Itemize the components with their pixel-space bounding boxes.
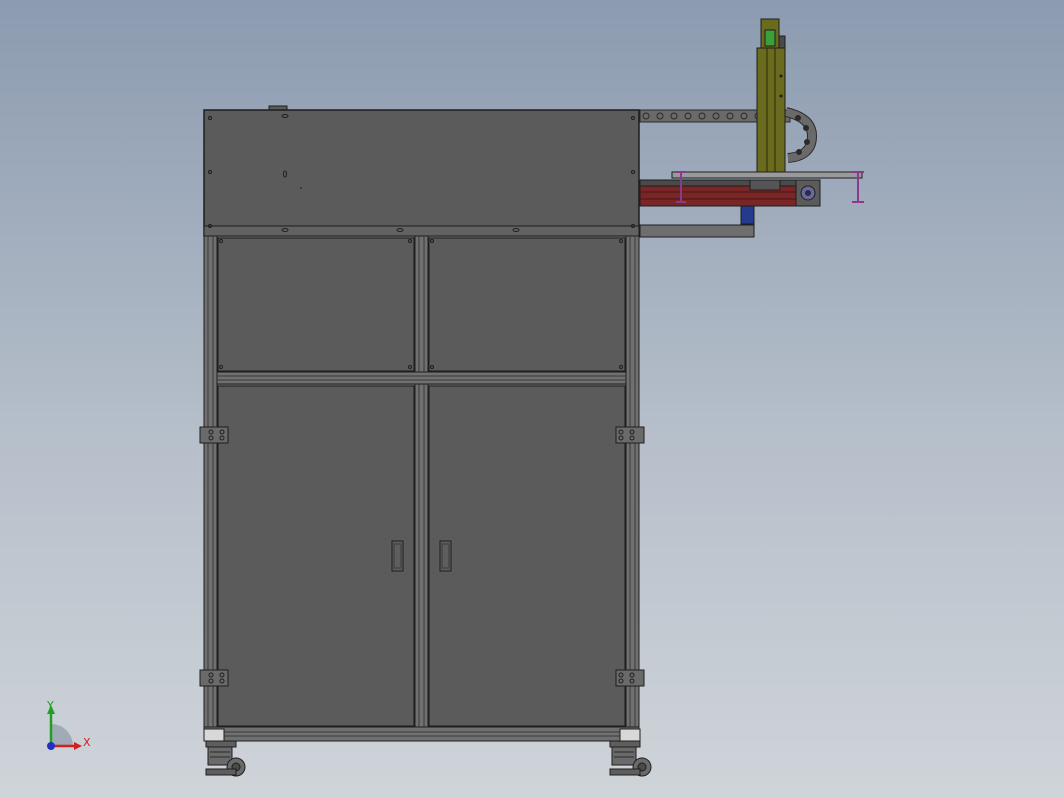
cable-drag-chain[interactable] bbox=[639, 107, 818, 163]
upper-left-panel[interactable] bbox=[217, 237, 415, 372]
cad-model[interactable] bbox=[0, 0, 1064, 798]
vertical-cylinder[interactable] bbox=[756, 18, 786, 177]
graphics-viewport[interactable]: Y X bbox=[0, 0, 1064, 798]
lower-left-door[interactable] bbox=[217, 385, 415, 727]
triad-x-label: X bbox=[83, 736, 91, 749]
sensor-block bbox=[740, 205, 755, 225]
upper-right-panel[interactable] bbox=[428, 237, 626, 372]
triad-y-label: Y bbox=[47, 699, 54, 712]
lower-right-door[interactable] bbox=[428, 385, 626, 727]
linear-slide[interactable] bbox=[639, 171, 863, 238]
mount-bracket bbox=[639, 224, 755, 238]
top-housing[interactable] bbox=[203, 105, 640, 237]
